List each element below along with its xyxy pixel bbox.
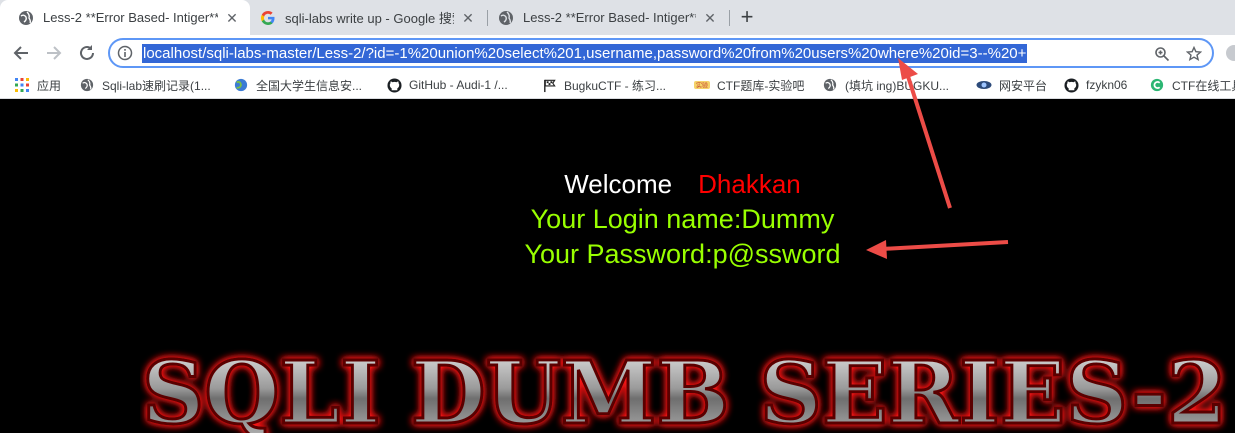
forward-button[interactable] xyxy=(42,41,66,65)
address-bar[interactable]: localhost/sqli-labs-master/Less-2/?id=-1… xyxy=(108,38,1214,68)
zoom-icon[interactable] xyxy=(1154,46,1170,62)
arrow-left-icon xyxy=(13,46,28,60)
globe-icon xyxy=(233,77,249,93)
bookmark-github-audi[interactable]: GitHub - Audi-1 /... xyxy=(386,76,508,94)
globe-icon xyxy=(19,10,33,25)
tab-less2-active[interactable]: Less-2 **Error Based- Intiger** ✕ xyxy=(0,0,250,35)
bookmark-ctf-tools[interactable]: CTF在线工具 xyxy=(1149,76,1235,94)
bookmark-bugku-fill[interactable]: (填坑 ing)BUGKU... xyxy=(822,76,949,94)
eye-icon xyxy=(976,77,992,93)
reload-icon xyxy=(80,45,94,60)
bookmark-label: (填坑 ing)BUGKU... xyxy=(845,78,950,93)
c-logo-icon xyxy=(1149,77,1165,93)
user-name: Dhakkan xyxy=(698,169,801,199)
welcome-text: Welcome xyxy=(564,169,673,199)
tab-less2[interactable]: Less-2 **Error Based- Intiger** ✕ xyxy=(480,0,728,35)
password-line: Your Password:p@ssword xyxy=(524,239,841,269)
browser-toolbar: localhost/sqli-labs-master/Less-2/?id=-1… xyxy=(0,35,1235,71)
banner-text: SQLI DUMB SERIES-2 xyxy=(142,343,1227,433)
close-icon[interactable]: ✕ xyxy=(460,10,476,26)
bookmark-label: GitHub - Audi-1 /... xyxy=(409,78,508,92)
bookmark-sqli-lab[interactable]: Sqli-lab速刷记录(1... xyxy=(79,76,211,94)
bookmark-label: 应用 xyxy=(37,78,62,93)
profile-avatar[interactable] xyxy=(1226,45,1235,61)
bookmark-apps[interactable]: 应用 xyxy=(14,76,61,94)
tab-divider xyxy=(729,10,730,26)
globe-icon xyxy=(822,77,838,93)
page-content: Welcome Dhakkan Your Login name:Dummy You… xyxy=(0,99,1235,433)
tab-strip: Less-2 **Error Based- Intiger** ✕ sqli-l… xyxy=(0,0,1235,35)
arrow-right-icon xyxy=(47,46,62,60)
close-icon[interactable]: ✕ xyxy=(702,10,718,26)
bookmark-label: 网安平台 xyxy=(999,78,1048,93)
svg-text:实验: 实验 xyxy=(696,82,708,90)
new-tab-button[interactable]: + xyxy=(736,6,758,28)
bookmark-ctf-university[interactable]: 全国大学生信息安... xyxy=(233,76,362,94)
bookmark-wangan[interactable]: 网安平台 xyxy=(976,76,1047,94)
close-icon[interactable]: ✕ xyxy=(224,10,240,26)
bookmark-bugkuctf[interactable]: BugkuCTF - 练习... xyxy=(541,76,666,94)
bookmark-label: 全国大学生信息安... xyxy=(256,78,363,93)
bookmark-fzykn06[interactable]: fzykn06 xyxy=(1063,76,1127,94)
bookmark-label: BugkuCTF - 练习... xyxy=(564,78,667,93)
welcome-line: Welcome Dhakkan xyxy=(0,169,1235,200)
github-icon xyxy=(1063,77,1079,93)
bookmark-label: CTF在线工具 xyxy=(1172,78,1235,93)
tab-title: Less-2 **Error Based- Intiger** xyxy=(43,10,218,25)
globe-icon xyxy=(79,77,95,93)
login-name-line: Your Login name:Dummy xyxy=(530,204,835,234)
tab-title: sqli-labs write up - Google 搜索 xyxy=(285,11,454,26)
reload-button[interactable] xyxy=(75,41,99,65)
globe-icon xyxy=(499,10,513,25)
info-icon[interactable] xyxy=(117,45,133,61)
bookmark-label: CTF题库-实验吧 xyxy=(717,78,805,93)
tab-google-search[interactable]: sqli-labs write up - Google 搜索 ✕ xyxy=(242,0,486,35)
flag-icon xyxy=(541,77,557,93)
google-icon xyxy=(261,10,275,25)
tab-title: Less-2 **Error Based- Intiger** xyxy=(523,10,696,25)
site-icon: 实验 xyxy=(694,77,710,93)
url-text[interactable]: localhost/sqli-labs-master/Less-2/?id=-1… xyxy=(142,44,1028,63)
bookmark-label: fzykn06 xyxy=(1086,78,1128,92)
github-icon xyxy=(386,77,402,93)
star-icon[interactable] xyxy=(1186,46,1202,62)
bookmark-label: Sqli-lab速刷记录(1... xyxy=(102,78,211,93)
sqli-dumb-series-banner: SQLI DUMB SERIES-2 xyxy=(141,342,1229,433)
apps-grid-icon xyxy=(14,77,30,93)
back-button[interactable] xyxy=(9,41,33,65)
bookmarks-bar: 应用 Sqli-lab速刷记录(1... 全国大学生信息安... GitHub … xyxy=(0,71,1235,99)
bookmark-ctf-shiyanba[interactable]: 实验 CTF题库-实验吧 xyxy=(694,76,804,94)
